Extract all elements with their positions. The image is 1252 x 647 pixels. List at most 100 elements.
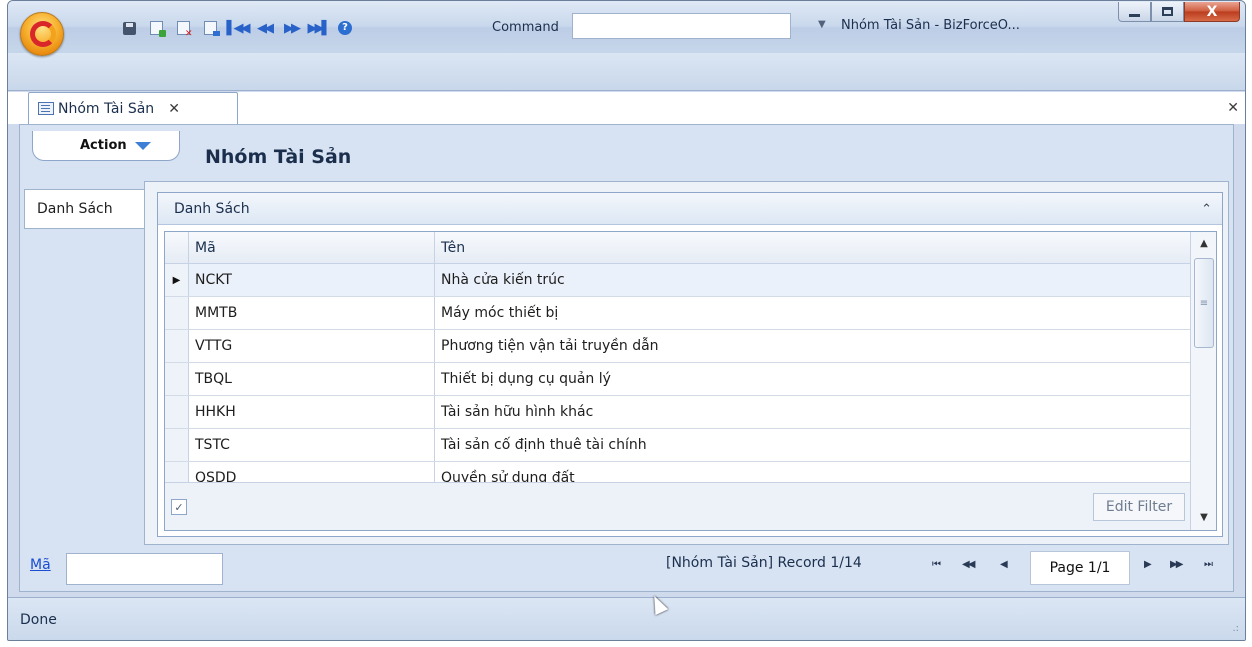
cell-name[interactable]: Tài sản hữu hình khác <box>435 396 1191 428</box>
cell-name[interactable]: Phương tiện vận tải truyền dẫn <box>435 330 1191 362</box>
next-record-icon: ▶▶ <box>284 20 301 36</box>
collapse-icon[interactable]: ⌃ <box>1201 202 1212 217</box>
last-record-button[interactable]: ▶▶▌ <box>307 20 332 36</box>
row-indicator <box>165 297 189 329</box>
table-row[interactable]: MMTB Máy móc thiết bị <box>165 297 1191 330</box>
help-button[interactable]: ? <box>336 20 354 36</box>
grid-filter-panel: ✓ Edit Filter <box>165 482 1191 530</box>
filter-enabled-checkbox[interactable]: ✓ <box>171 499 187 515</box>
group-header: Danh Sách ⌃ <box>158 193 1222 225</box>
row-indicator <box>165 462 189 482</box>
title-bar: ▌◀◀ ◀◀ ▶▶ ▶▶▌ ? Command ▼ Nhóm Tài Sản -… <box>8 1 1245 56</box>
minimize-button[interactable] <box>1118 2 1151 22</box>
window-controls: X <box>1118 2 1240 22</box>
first-record-button[interactable]: ▌◀◀ <box>226 20 251 36</box>
first-page-icon[interactable]: ⏮ <box>932 559 941 570</box>
edit-document-icon <box>203 21 220 36</box>
table-row[interactable]: ▶ NCKT Nhà cửa kiến trúc <box>165 264 1191 297</box>
action-menu-button[interactable]: Action <box>32 131 180 161</box>
form-icon <box>38 102 54 115</box>
tab-danh-sach[interactable]: Danh Sách <box>24 189 144 229</box>
cell-name[interactable]: Thiết bị dụng cụ quản lý <box>435 363 1191 395</box>
status-bar: Done .: <box>8 597 1245 640</box>
row-indicator <box>165 363 189 395</box>
last-page-icon[interactable]: ⏭ <box>1204 559 1213 570</box>
scroll-down-icon[interactable]: ▼ <box>1191 506 1216 528</box>
column-header-name[interactable]: Tên <box>435 232 1191 263</box>
minimize-icon <box>1129 14 1140 17</box>
previous-record-icon: ◀◀ <box>257 20 274 36</box>
maximize-button[interactable] <box>1151 2 1184 22</box>
previous-record-button[interactable]: ◀◀ <box>255 20 274 36</box>
group-title: Danh Sách <box>174 200 250 217</box>
close-all-tabs-icon[interactable]: ✕ <box>1227 100 1239 116</box>
tab-label: Nhóm Tài Sản <box>58 100 155 117</box>
tab-nhom-tai-san[interactable]: Nhóm Tài Sản ✕ <box>28 92 238 124</box>
app-logo-icon <box>30 21 56 47</box>
customize-toolbar-icon[interactable]: ▼ <box>818 19 826 30</box>
chevron-down-icon <box>134 141 151 150</box>
document-tab-strip: Nhóm Tài Sản ✕ ✕ <box>8 92 1245 124</box>
table-row[interactable]: TSTC Tài sản cố định thuê tài chính <box>165 429 1191 462</box>
window-title: Nhóm Tài Sản - BizForceO... <box>841 18 1020 33</box>
cell-code[interactable]: HHKH <box>189 396 435 428</box>
cell-code[interactable]: VTTG <box>189 330 435 362</box>
action-label: Action <box>80 138 127 153</box>
scroll-up-icon[interactable]: ▲ <box>1191 232 1216 254</box>
command-input[interactable] <box>572 13 791 39</box>
cell-name[interactable]: Nhà cửa kiến trúc <box>435 264 1191 296</box>
column-header-code[interactable]: Mã <box>189 232 435 263</box>
cell-name[interactable]: Tài sản cố định thuê tài chính <box>435 429 1191 461</box>
grip-icon: ≡ <box>1199 297 1209 309</box>
resize-grip-icon[interactable]: .: <box>1232 623 1239 634</box>
code-filter-link[interactable]: Mã <box>30 557 51 573</box>
cell-code[interactable]: TSTC <box>189 429 435 461</box>
table-row[interactable]: QSDD Quyền sử dụng đất <box>165 462 1191 482</box>
edit-record-button[interactable] <box>201 20 220 36</box>
close-window-button[interactable]: X <box>1184 2 1240 22</box>
save-icon <box>122 21 136 35</box>
app-window: ▌◀◀ ◀◀ ▶▶ ▶▶▌ ? Command ▼ Nhóm Tài Sản -… <box>7 0 1246 641</box>
data-grid: Mã Tên ▶ NCKT Nhà cửa kiến trúc MMTB Máy <box>164 231 1217 531</box>
status-text: Done <box>20 612 57 628</box>
next-icon[interactable]: ▶ <box>1144 559 1152 570</box>
first-record-icon: ▌◀◀ <box>226 20 251 36</box>
app-menu-button[interactable] <box>20 12 64 56</box>
scroll-thumb[interactable]: ≡ <box>1194 258 1214 348</box>
record-counter: [Nhóm Tài Sản] Record 1/14 <box>666 555 862 571</box>
close-icon: X <box>1206 3 1218 20</box>
cell-code[interactable]: NCKT <box>189 264 435 296</box>
cell-name[interactable]: Quyền sử dụng đất <box>435 462 1191 482</box>
next-page-icon[interactable]: ▶▶ <box>1170 559 1183 570</box>
next-record-button[interactable]: ▶▶ <box>282 20 301 36</box>
last-record-icon: ▶▶▌ <box>307 20 332 36</box>
code-filter-input[interactable] <box>66 553 223 585</box>
record-navigator: Mã [Nhóm Tài Sản] Record 1/14 ⏮ ◀◀ ◀ Pag… <box>20 545 1233 591</box>
previous-icon[interactable]: ◀ <box>1000 559 1008 570</box>
cell-code[interactable]: TBQL <box>189 363 435 395</box>
cell-code[interactable]: MMTB <box>189 297 435 329</box>
delete-record-button[interactable] <box>174 20 193 39</box>
list-pane: Danh Sách ⌃ Mã Tên ▶ NCKT Nhà cửa kiến t… <box>144 181 1229 545</box>
vertical-scrollbar[interactable]: ▲ ≡ ▼ <box>1190 232 1216 530</box>
quick-access-toolbar: ▌◀◀ ◀◀ ▶▶ ▶▶▌ ? <box>120 19 363 39</box>
page-title: Nhóm Tài Sản <box>205 146 352 168</box>
grid-header: Mã Tên <box>165 232 1191 264</box>
add-document-icon <box>149 21 166 37</box>
cell-name[interactable]: Máy móc thiết bị <box>435 297 1191 329</box>
grid-rows: ▶ NCKT Nhà cửa kiến trúc MMTB Máy móc th… <box>165 264 1191 482</box>
command-label: Command <box>492 20 559 35</box>
table-row[interactable]: TBQL Thiết bị dụng cụ quản lý <box>165 363 1191 396</box>
table-row[interactable]: HHKH Tài sản hữu hình khác <box>165 396 1191 429</box>
table-row[interactable]: VTTG Phương tiện vận tải truyền dẫn <box>165 330 1191 363</box>
row-indicator <box>165 330 189 362</box>
delete-document-icon <box>176 21 193 39</box>
cell-code[interactable]: QSDD <box>189 462 435 482</box>
row-indicator-header[interactable] <box>165 232 189 263</box>
tab-close-icon[interactable]: ✕ <box>168 101 180 117</box>
maximize-icon <box>1162 7 1173 16</box>
save-button[interactable] <box>120 20 138 36</box>
previous-page-icon[interactable]: ◀◀ <box>962 559 975 570</box>
add-record-button[interactable] <box>147 20 166 37</box>
edit-filter-button[interactable]: Edit Filter <box>1093 493 1185 521</box>
